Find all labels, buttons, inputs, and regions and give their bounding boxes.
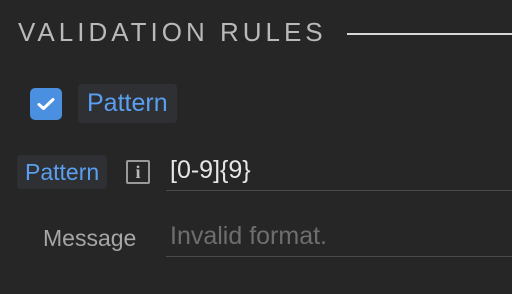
message-field-label: Message bbox=[43, 225, 137, 251]
pattern-toggle-label[interactable]: Pattern bbox=[78, 84, 177, 123]
info-icon[interactable]: i bbox=[126, 160, 150, 184]
pattern-field-label[interactable]: Pattern bbox=[17, 155, 108, 189]
message-input[interactable] bbox=[166, 216, 512, 257]
pattern-toggle-row: Pattern bbox=[30, 84, 177, 123]
section-title: VALIDATION RULES bbox=[18, 16, 327, 47]
pattern-field-row: Pattern i bbox=[0, 150, 512, 194]
message-field-row: Message bbox=[0, 216, 512, 260]
checkmark-icon bbox=[37, 97, 55, 110]
pattern-checkbox[interactable] bbox=[30, 87, 62, 120]
section-header: VALIDATION RULES bbox=[18, 14, 512, 50]
validation-rules-panel: VALIDATION RULES Pattern Pattern i Messa… bbox=[0, 0, 512, 294]
pattern-input[interactable] bbox=[166, 150, 512, 191]
section-divider bbox=[346, 33, 512, 35]
